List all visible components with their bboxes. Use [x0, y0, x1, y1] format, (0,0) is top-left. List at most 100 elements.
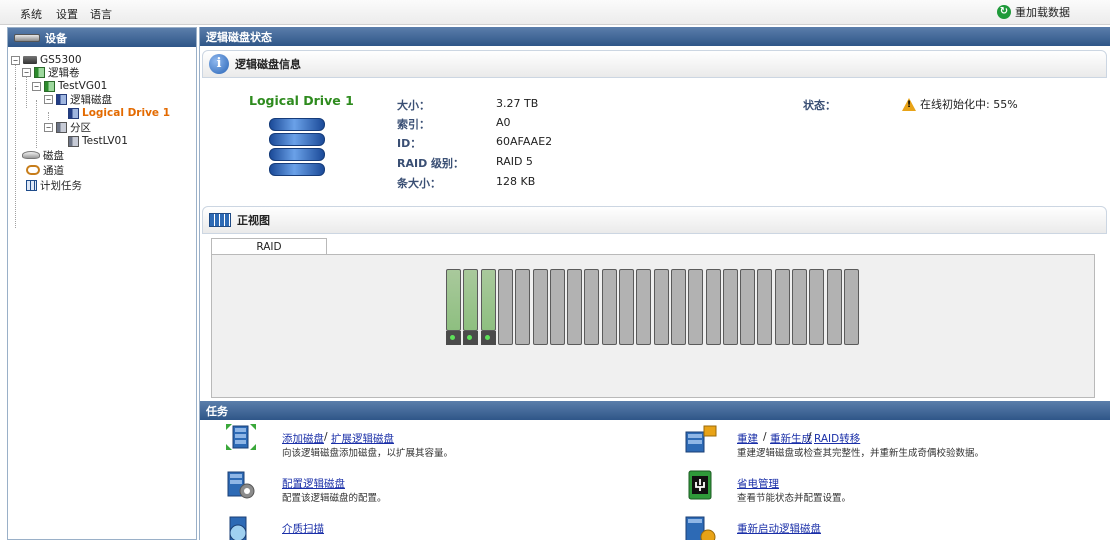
- disk-slot-empty[interactable]: [584, 269, 599, 345]
- disk-slot-empty[interactable]: [602, 269, 617, 345]
- add-disk-link[interactable]: 添加磁盘: [282, 431, 324, 446]
- configure-logical-disk-link[interactable]: 配置逻辑磁盘: [282, 476, 345, 491]
- expand-disk-icon: [226, 424, 256, 450]
- enclosure-icon: [209, 213, 231, 227]
- front-view-canvas: [211, 254, 1095, 398]
- device-panel-title: 设备: [45, 31, 67, 45]
- disk-slot-empty[interactable]: [757, 269, 772, 345]
- device-panel-header: 设备: [8, 28, 196, 47]
- tree-node-logical-disk[interactable]: − 逻辑磁盘: [44, 92, 112, 106]
- link-separator: /: [763, 431, 767, 443]
- disk-slot-empty[interactable]: [515, 269, 530, 345]
- expand-logical-disk-link[interactable]: 扩展逻辑磁盘: [331, 431, 394, 446]
- tree-node-partition[interactable]: − 分区: [44, 120, 91, 134]
- front-view-header: 正视图: [202, 206, 1107, 234]
- tree-node-disk[interactable]: 磁盘: [22, 148, 64, 162]
- info-section-header: i 逻辑磁盘信息: [202, 50, 1107, 78]
- device-panel: 设备 − GS5300 − 逻辑卷 − TestVG01 − 逻辑磁盘 Logi…: [7, 27, 197, 540]
- drive-name: Logical Drive 1: [249, 93, 354, 108]
- database-icon: [269, 118, 325, 180]
- tree-node-channel[interactable]: 通道: [26, 163, 64, 177]
- menu-bar: 系统 设置 语言 ↻ 重加载数据: [0, 0, 1110, 25]
- disk-slot-empty[interactable]: [498, 269, 513, 345]
- tree-label: TestLV01: [82, 135, 128, 147]
- state-value: 在线初始化中: 55%: [920, 98, 1018, 111]
- disk-slot-empty[interactable]: [827, 269, 842, 345]
- logical-disk-status-panel: 逻辑磁盘状态 i 逻辑磁盘信息 Logical Drive 1 大小： 3.27…: [199, 27, 1110, 540]
- disk-slot-online[interactable]: [446, 269, 461, 345]
- disk-icon: [22, 151, 40, 159]
- disk-slot-online[interactable]: [481, 269, 496, 345]
- tree-node-testlv01[interactable]: TestLV01: [68, 134, 128, 148]
- tree-node-logical-drive-1[interactable]: Logical Drive 1: [68, 106, 170, 120]
- disk-slot-empty[interactable]: [844, 269, 859, 345]
- size-value: 3.27 TB: [496, 97, 539, 110]
- collapse-toggle[interactable]: −: [44, 94, 53, 104]
- channel-icon: [26, 165, 40, 175]
- disk-slot-empty[interactable]: [740, 269, 755, 345]
- status-panel-header: 逻辑磁盘状态: [200, 27, 1110, 46]
- tree-node-logical-volume[interactable]: − 逻辑卷: [22, 65, 80, 79]
- disk-slot-empty[interactable]: [567, 269, 582, 345]
- logical-volume-icon: [68, 135, 79, 147]
- status-led-icon: [467, 335, 472, 340]
- raid-level-label: RAID 级别：: [397, 157, 465, 170]
- disk-slot-empty[interactable]: [775, 269, 790, 345]
- tree-label: 计划任务: [40, 179, 82, 192]
- configure-disk-icon: [227, 471, 255, 499]
- refresh-icon: ↻: [997, 5, 1011, 19]
- rebuild-link[interactable]: 重建: [737, 431, 758, 446]
- logical-disk-icon: [56, 93, 67, 105]
- disk-slot-empty[interactable]: [706, 269, 721, 345]
- rebuild-disk-icon: [685, 425, 717, 453]
- slot-base: [481, 331, 496, 345]
- media-scan-icon: [229, 516, 247, 540]
- calendar-icon: [26, 179, 37, 191]
- menu-system[interactable]: 系统: [20, 6, 42, 22]
- raid-migrate-link[interactable]: RAID转移: [814, 431, 860, 446]
- front-view-title: 正视图: [237, 214, 270, 227]
- info-section-title: 逻辑磁盘信息: [235, 58, 301, 71]
- disk-slot-empty[interactable]: [671, 269, 686, 345]
- disk-slot-online[interactable]: [463, 269, 478, 345]
- menu-settings[interactable]: 设置: [56, 6, 78, 22]
- disk-slot-empty[interactable]: [792, 269, 807, 345]
- logical-drive-icon: [68, 107, 79, 119]
- restart-disk-icon: [685, 516, 716, 540]
- regenerate-link[interactable]: 重新生成: [770, 431, 812, 446]
- disk-slot-empty[interactable]: [688, 269, 703, 345]
- state-label: 状态：: [803, 99, 836, 112]
- tab-raid[interactable]: RAID: [211, 238, 327, 255]
- media-scan-link[interactable]: 介质扫描: [282, 521, 324, 536]
- power-management-link[interactable]: 省电管理: [737, 476, 779, 491]
- volume-group-icon: [44, 80, 55, 92]
- reload-data-button[interactable]: ↻ 重加载数据: [997, 4, 1070, 20]
- collapse-toggle[interactable]: −: [32, 81, 41, 91]
- disk-slot-empty[interactable]: [654, 269, 669, 345]
- status-led-icon: [450, 335, 455, 340]
- disk-slot-empty[interactable]: [636, 269, 651, 345]
- tree-label: 分区: [70, 121, 91, 134]
- tree-node-scheduled-tasks[interactable]: 计划任务: [26, 178, 82, 192]
- warning-icon: !: [902, 97, 916, 111]
- collapse-toggle[interactable]: −: [44, 122, 53, 132]
- restart-logical-disk-link[interactable]: 重新启动逻辑磁盘: [737, 521, 821, 536]
- menu-language[interactable]: 语言: [90, 6, 112, 22]
- index-label: 索引：: [397, 118, 430, 131]
- raid-level-value: RAID 5: [496, 155, 533, 168]
- disk-slot-empty[interactable]: [619, 269, 634, 345]
- power-management-icon: [688, 470, 712, 500]
- disk-slot-empty[interactable]: [550, 269, 565, 345]
- disk-slot-empty[interactable]: [723, 269, 738, 345]
- collapse-toggle[interactable]: −: [22, 67, 31, 77]
- reload-label: 重加载数据: [1015, 6, 1070, 19]
- stripe-size-label: 条大小：: [397, 177, 441, 190]
- size-label: 大小：: [397, 99, 430, 112]
- status-panel-title: 逻辑磁盘状态: [206, 30, 272, 44]
- disk-slot-empty[interactable]: [809, 269, 824, 345]
- disk-slot-empty[interactable]: [533, 269, 548, 345]
- state-status: ! 在线初始化中: 55%: [902, 96, 1018, 112]
- collapse-toggle[interactable]: −: [11, 55, 20, 65]
- tree-label: 逻辑磁盘: [70, 93, 112, 106]
- link-separator: /: [324, 431, 328, 443]
